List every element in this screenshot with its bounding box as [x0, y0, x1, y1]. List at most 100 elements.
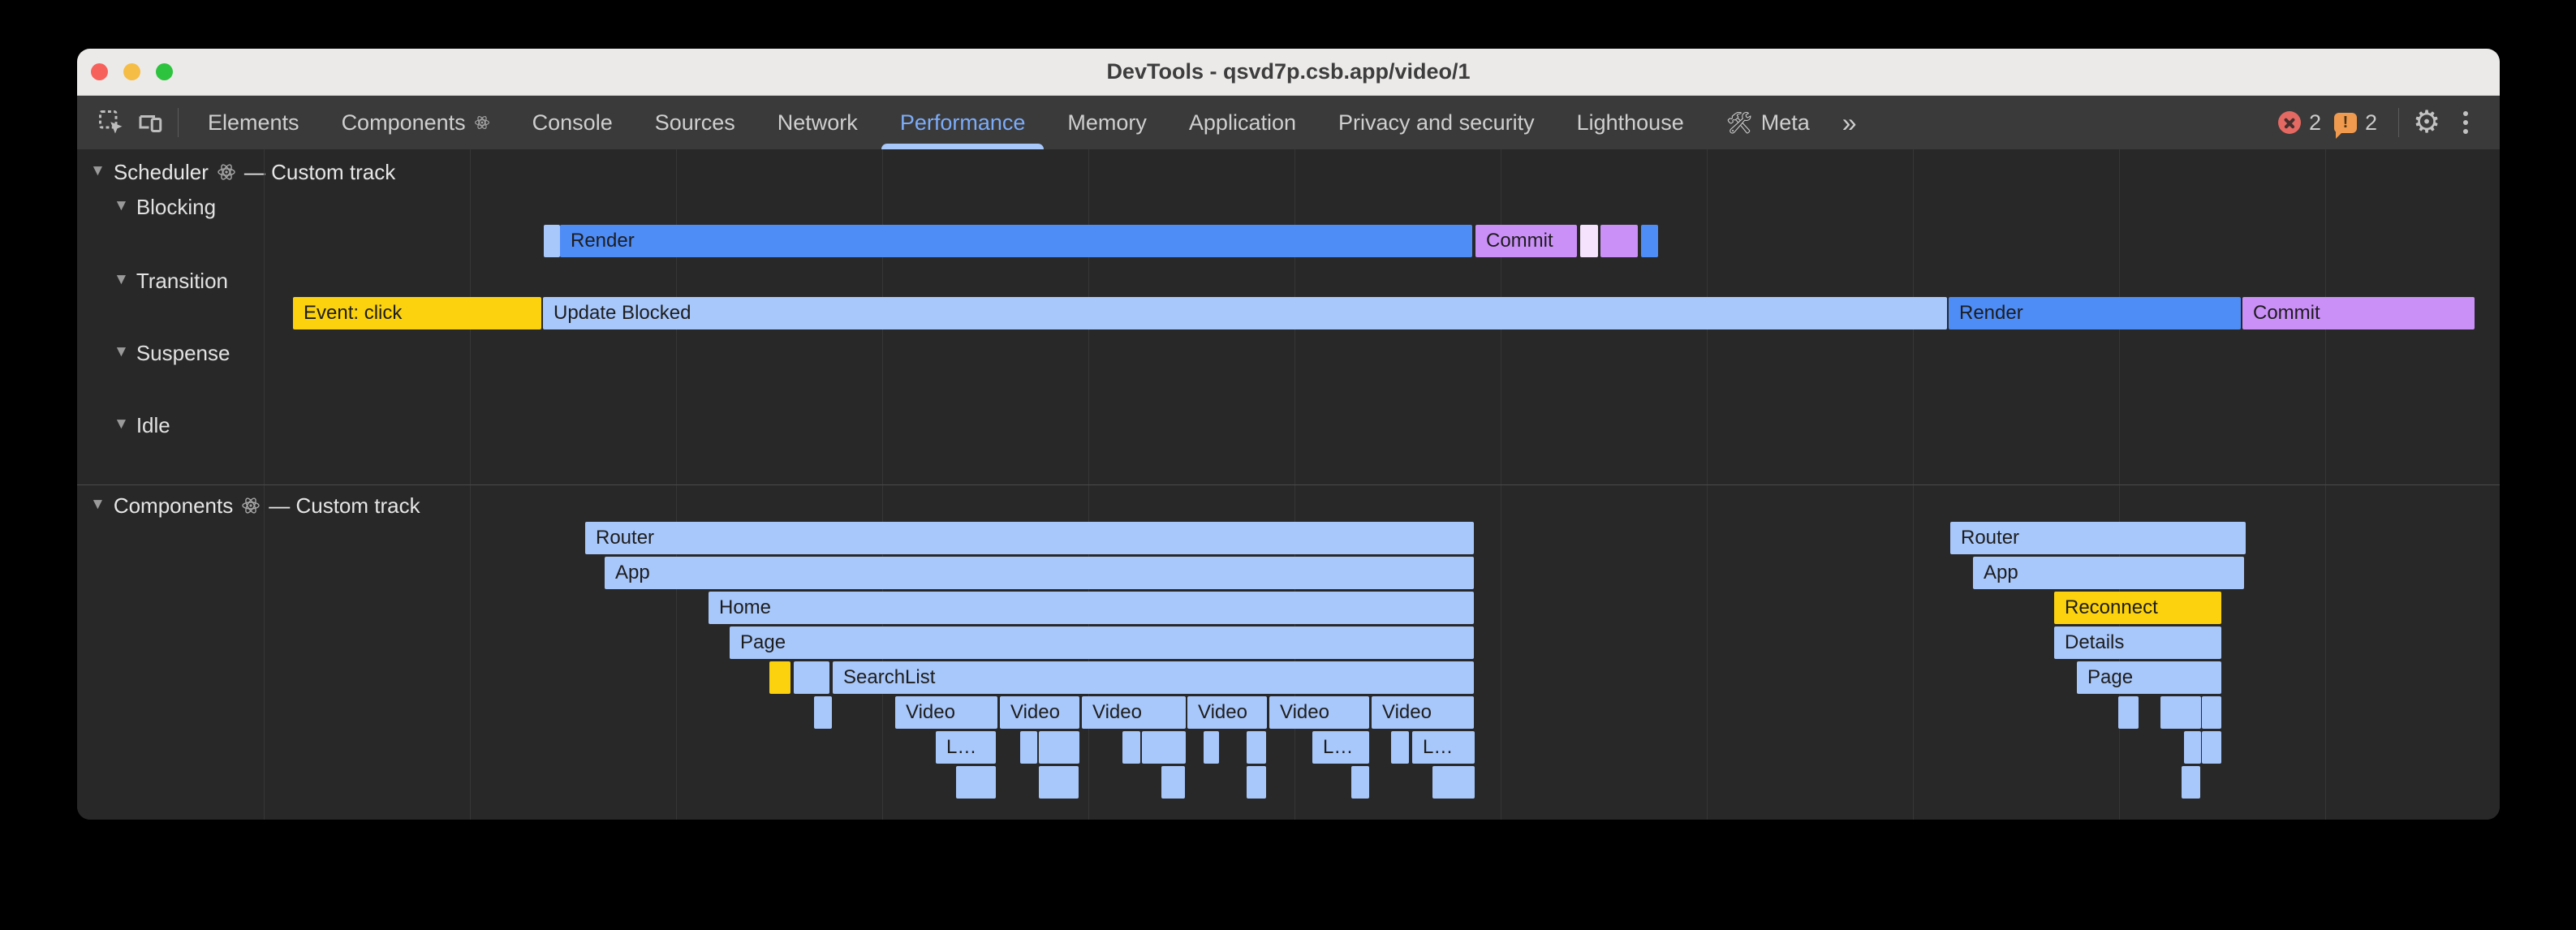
- tab-label: Components: [342, 110, 466, 136]
- flame-bar-label: Event: click: [293, 297, 402, 329]
- tab-lighthouse[interactable]: Lighthouse: [1556, 96, 1705, 149]
- tab-components[interactable]: Components: [321, 96, 511, 149]
- flame-bar-l[interactable]: L…: [1412, 731, 1475, 764]
- close-window-button[interactable]: [91, 63, 108, 80]
- flame-bar[interactable]: [1247, 766, 1266, 799]
- flame-bar-reconnect[interactable]: Reconnect: [2054, 592, 2221, 624]
- track-suffix: — Custom track: [269, 493, 420, 519]
- tab-elements[interactable]: Elements: [187, 96, 321, 149]
- disclosure-triangle-icon[interactable]: ▼: [114, 271, 129, 289]
- issues-count[interactable]: 2: [2365, 110, 2377, 136]
- flame-bar[interactable]: [1247, 731, 1266, 764]
- tab-application[interactable]: Application: [1168, 96, 1317, 149]
- tab-meta[interactable]: 🛠Meta: [1705, 96, 1831, 149]
- flame-bar[interactable]: [544, 225, 560, 257]
- toolbar-divider: [178, 108, 179, 137]
- disclosure-triangle-icon[interactable]: ▼: [114, 197, 129, 215]
- tab-sources[interactable]: Sources: [634, 96, 756, 149]
- flame-bar[interactable]: [1039, 731, 1079, 764]
- tab-privacy-and-security[interactable]: Privacy and security: [1317, 96, 1556, 149]
- disclosure-triangle-icon[interactable]: ▼: [114, 415, 129, 433]
- flame-bar[interactable]: [1204, 731, 1219, 764]
- flame-bar[interactable]: [956, 766, 996, 799]
- flame-bar-label: Video: [1000, 696, 1060, 729]
- flame-bar[interactable]: [814, 696, 832, 729]
- disclosure-triangle-icon[interactable]: ▼: [90, 162, 106, 180]
- panel-tabs: ElementsComponentsConsoleSourcesNetworkP…: [187, 96, 1831, 149]
- tab-network[interactable]: Network: [756, 96, 879, 149]
- flame-bar[interactable]: [2160, 696, 2201, 729]
- flame-bar-label: L…: [1312, 731, 1353, 764]
- flame-bar[interactable]: [1391, 731, 1409, 764]
- flame-bar-commit[interactable]: Commit: [1475, 225, 1577, 257]
- error-count[interactable]: 2: [2309, 110, 2321, 136]
- components-track-header[interactable]: ▼ Components — Custom track: [90, 493, 420, 519]
- flame-bar[interactable]: [1039, 766, 1079, 799]
- flame-bar[interactable]: [1600, 225, 1638, 257]
- issues-count-icon[interactable]: !: [2334, 113, 2357, 133]
- flame-bar-l[interactable]: L…: [1312, 731, 1369, 764]
- tab-performance[interactable]: Performance: [879, 96, 1047, 149]
- device-toolbar-icon[interactable]: [131, 103, 170, 142]
- inspect-element-icon[interactable]: [92, 103, 131, 142]
- flame-bar[interactable]: [2118, 696, 2139, 729]
- tab-console[interactable]: Console: [511, 96, 634, 149]
- flame-bar-app[interactable]: App: [1973, 557, 2244, 589]
- flame-bar-page[interactable]: Page: [730, 626, 1474, 659]
- kebab-menu-icon[interactable]: [2446, 103, 2485, 142]
- window-title: DevTools - qsvd7p.csb.app/video/1: [1106, 59, 1470, 84]
- flame-bar-video[interactable]: Video: [1000, 696, 1079, 729]
- flame-bar[interactable]: [1020, 731, 1037, 764]
- flame-bar-home[interactable]: Home: [709, 592, 1474, 624]
- lane-label-transition[interactable]: ▼Transition: [114, 268, 228, 294]
- flame-bar-label: Router: [1950, 522, 2019, 554]
- flame-bar-router[interactable]: Router: [585, 522, 1474, 554]
- flame-bar-label: Home: [709, 592, 771, 624]
- track-suffix: — Custom track: [244, 160, 395, 185]
- lane-label-idle[interactable]: ▼Idle: [114, 412, 170, 438]
- flame-bar[interactable]: [1122, 731, 1140, 764]
- flame-bar-details[interactable]: Details: [2054, 626, 2221, 659]
- flame-bar-video[interactable]: Video: [895, 696, 997, 729]
- flame-bar-render[interactable]: Render: [560, 225, 1472, 257]
- zoom-window-button[interactable]: [156, 63, 173, 80]
- flame-bar[interactable]: [1142, 731, 1186, 764]
- flame-bar-event-click[interactable]: Event: click: [293, 297, 541, 329]
- flame-bar[interactable]: [1580, 225, 1598, 257]
- flame-bar-searchlist[interactable]: SearchList: [833, 661, 1474, 694]
- flame-bar-router[interactable]: Router: [1950, 522, 2246, 554]
- minimize-window-button[interactable]: [123, 63, 140, 80]
- error-count-icon[interactable]: [2278, 111, 2301, 134]
- tab-label: Privacy and security: [1338, 110, 1535, 136]
- settings-gear-icon[interactable]: ⚙: [2407, 103, 2446, 142]
- disclosure-triangle-icon[interactable]: ▼: [114, 343, 129, 361]
- flame-bar-video[interactable]: Video: [1187, 696, 1267, 729]
- flame-bar-update-blocked[interactable]: Update Blocked: [543, 297, 1947, 329]
- tab-memory[interactable]: Memory: [1046, 96, 1168, 149]
- flame-bar-video[interactable]: Video: [1082, 696, 1186, 729]
- flame-bar[interactable]: [2202, 696, 2221, 729]
- flame-bar[interactable]: [2184, 731, 2201, 764]
- flame-bar[interactable]: [769, 661, 790, 694]
- flame-bar-video[interactable]: Video: [1269, 696, 1369, 729]
- flame-bar-render[interactable]: Render: [1949, 297, 2241, 329]
- flame-bar[interactable]: [1161, 766, 1185, 799]
- flame-bar-label: Video: [895, 696, 955, 729]
- flame-bar[interactable]: [1641, 225, 1658, 257]
- flame-bar[interactable]: [794, 661, 829, 694]
- lane-label-blocking[interactable]: ▼Blocking: [114, 194, 216, 220]
- flame-bar-page[interactable]: Page: [2077, 661, 2221, 694]
- flame-bar-l[interactable]: L…: [936, 731, 996, 764]
- flame-bar-commit[interactable]: Commit: [2242, 297, 2475, 329]
- disclosure-triangle-icon[interactable]: ▼: [90, 496, 106, 514]
- flame-bar[interactable]: [1432, 766, 1475, 799]
- scheduler-track-header[interactable]: ▼ Scheduler — Custom track: [90, 159, 395, 185]
- flame-bar[interactable]: [2202, 731, 2221, 764]
- flame-bar[interactable]: [2182, 766, 2200, 799]
- flame-bar-app[interactable]: App: [605, 557, 1474, 589]
- react-atom-icon: [217, 162, 236, 182]
- flame-bar-video[interactable]: Video: [1372, 696, 1474, 729]
- more-tabs-button[interactable]: »: [1831, 96, 1868, 149]
- lane-label-suspense[interactable]: ▼Suspense: [114, 340, 230, 366]
- flame-bar[interactable]: [1351, 766, 1369, 799]
